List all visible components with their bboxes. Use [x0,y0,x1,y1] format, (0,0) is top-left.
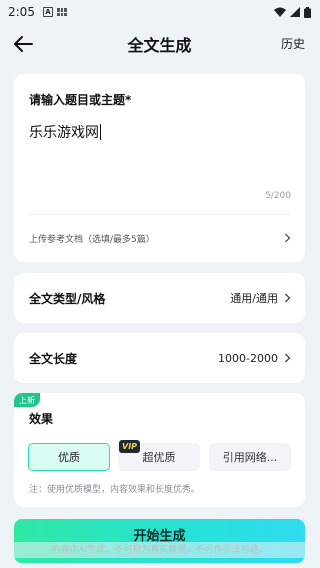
app-notification-icon [56,8,67,16]
app-header: 全文生成 历史 [0,24,319,64]
divider [29,214,290,215]
effect-note: 注：使用优质模型，内容效果和长度优秀。 [29,485,201,495]
status-bar: 2:05 A [0,0,319,24]
type-style-row[interactable]: 全文类型/风格 通用/通用 [14,273,305,323]
system-icons [274,6,311,18]
upload-reference-docs-button[interactable]: 上传参考文档（选填/最多5篇） [29,226,291,250]
option-label: 引用网络... [222,451,278,464]
vip-badge: VIP [119,440,141,453]
wifi-icon [274,7,286,17]
status-time: 2:05 [8,5,35,19]
chevron-right-icon [285,293,291,303]
text-caret [100,124,101,140]
new-badge: 上新 [14,393,40,407]
notification-icons: A [42,7,67,17]
chevron-right-icon [285,353,291,363]
length-value-group: 1000-2000 [218,352,291,365]
length-row[interactable]: 全文长度 1000-2000 [14,333,305,383]
topic-input-value: 乐乐游戏网 [29,125,99,141]
type-style-label: 全文类型/风格 [29,291,106,306]
option-label: 优质 [58,451,80,464]
effect-option-web-citation[interactable]: 引用网络... [209,443,291,471]
back-arrow-icon[interactable] [12,34,34,54]
history-button[interactable]: 历史 [281,35,305,52]
topic-input[interactable]: 乐乐游戏网 [29,122,101,142]
effect-option-super-quality[interactable]: VIP 超优质 [118,440,200,471]
chevron-right-icon [285,233,291,243]
ai-disclaimer: 内容由AI生成，不可视为真实数据，不可作非法用途。 [0,542,319,558]
page-title: 全文生成 [127,36,192,55]
topic-card: 请输入题目或主题* 乐乐游戏网 5/200 上传参考文档（选填/最多5篇） [14,74,305,262]
effect-label: 效果 [29,412,54,426]
length-label: 全文长度 [29,351,78,366]
type-style-value-group: 通用/通用 [230,290,291,306]
upload-label: 上传参考文档（选填/最多5篇） [29,234,155,245]
effect-option-high-quality[interactable]: 优质 [28,443,110,471]
option-label: 超优质 [142,451,176,464]
length-value: 1000-2000 [218,351,278,365]
char-count: 5/200 [265,191,291,201]
type-style-value: 通用/通用 [230,292,278,305]
battery-icon [304,6,311,18]
signal-icon [290,7,300,17]
topic-label: 请输入题目或主题* [29,93,132,107]
effect-card: 上新 效果 优质 VIP 超优质 引用网络... 注：使用优质模型，内容效果和长… [14,393,305,507]
a-notification-icon: A [42,7,53,17]
